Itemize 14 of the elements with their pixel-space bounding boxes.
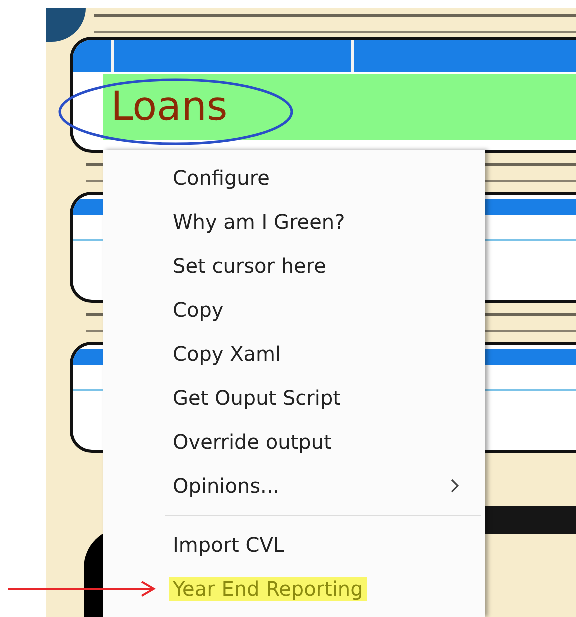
menu-item[interactable]: Override output <box>103 420 485 464</box>
menu-item[interactable]: Configure <box>103 156 485 200</box>
highlighted-label: Year End Reporting <box>169 577 368 601</box>
chevron-right-icon <box>451 479 459 493</box>
menu-item[interactable]: Copy Xaml <box>103 332 485 376</box>
corner-shape <box>46 8 86 42</box>
menu-item[interactable]: Opinions... <box>173 474 280 498</box>
menu-item[interactable]: Copy <box>103 288 485 332</box>
menu-item[interactable]: Set cursor here <box>103 244 485 288</box>
menu-item[interactable]: Import CVL <box>103 523 485 567</box>
panel-title: Loans <box>111 84 228 130</box>
menu-item[interactable]: Why am I Green? <box>103 200 485 244</box>
panel-row[interactable]: Loans <box>103 74 576 140</box>
menu-item[interactable]: Get Ouput Script <box>103 376 485 420</box>
